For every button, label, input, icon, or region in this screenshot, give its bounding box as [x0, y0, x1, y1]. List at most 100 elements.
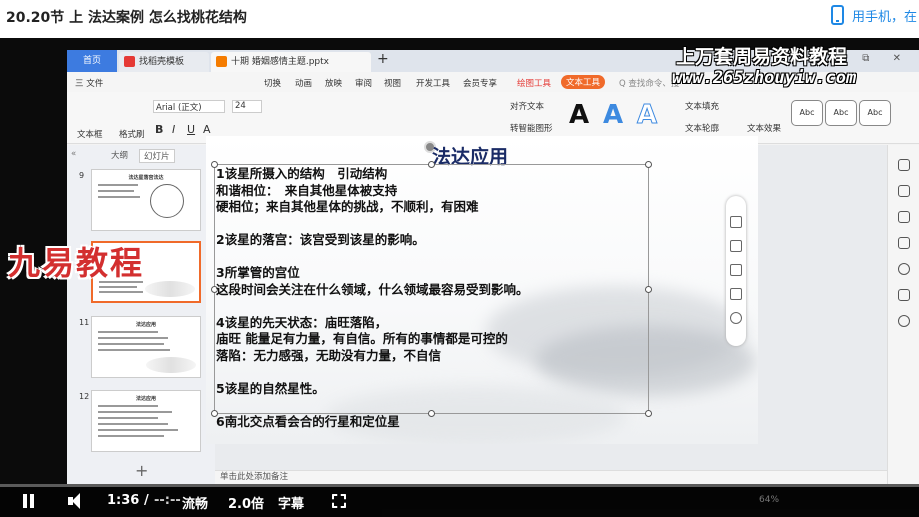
slide-line: 3所掌管的宫位 — [216, 265, 300, 280]
image-icon[interactable] — [898, 237, 910, 249]
slide-line: 6南北交点看会合的行星和定位星 — [216, 413, 400, 429]
outline-icon[interactable] — [730, 288, 742, 300]
layers-icon[interactable] — [730, 216, 742, 228]
tab-home[interactable]: 首页 — [67, 50, 117, 72]
format-brush-button[interactable]: 格式刷 — [119, 128, 145, 140]
phone-link-label: 用手机，在 — [851, 9, 917, 25]
slide-number: 12 — [79, 392, 90, 401]
menu-view[interactable]: 视图 — [384, 77, 401, 89]
slide-body-text[interactable]: 1该星所摄入的结构 引动结构 和谐相位： 来自其他星体被支持 硬相位；来自其他星体的… — [216, 166, 636, 430]
slide-line: 5该星的自然星性。 — [216, 380, 325, 396]
new-tab-button[interactable]: + — [377, 51, 389, 67]
template-icon — [124, 56, 135, 67]
idea-icon[interactable] — [730, 312, 742, 324]
slide-thumbnail[interactable]: 法达应用 — [91, 390, 201, 452]
text-outline-button[interactable]: 文本轮廓 — [685, 122, 719, 134]
text-style-black[interactable]: A — [569, 100, 589, 130]
slide-number: 9 — [79, 171, 85, 180]
resize-handle[interactable] — [645, 161, 652, 168]
tab-document-label: 十期 婚姻感情主题.pptx — [231, 57, 330, 67]
text-style-outline[interactable]: A — [636, 100, 657, 131]
menu-member[interactable]: 会员专享 — [463, 77, 497, 89]
video-player[interactable]: 首页 找稻壳模板 十期 婚姻感情主题.pptx + — ⧉ ✕ 三 文件 切换 … — [0, 38, 919, 517]
right-sidebar — [887, 145, 919, 484]
thumb-title: 法达星落宫法达 — [128, 175, 164, 181]
slide-canvas[interactable]: 法达应用 1该星所摄入的结构 引动结构 和谐相位： 来自其他星体被支持 硬相位；来自… — [206, 136, 758, 444]
slide-thumbnail[interactable]: 法达应用 — [91, 316, 201, 378]
underline-button[interactable]: U — [187, 123, 195, 136]
copy-icon[interactable] — [898, 211, 910, 223]
tab-document[interactable]: 十期 婚姻感情主题.pptx — [211, 52, 371, 72]
style-icon[interactable] — [898, 185, 910, 197]
location-icon[interactable] — [898, 263, 910, 275]
shapes-icon[interactable] — [898, 289, 910, 301]
italic-button[interactable]: I — [172, 123, 175, 136]
slide-line: 这段时间会关注在什么领域，什么领域最容易受到影响。 — [216, 281, 529, 297]
bold-button[interactable]: B — [155, 123, 163, 136]
shape-style-3[interactable]: Abc — [859, 100, 891, 126]
volume-icon[interactable] — [68, 493, 86, 509]
speed-button[interactable]: 2.0倍 — [228, 493, 264, 512]
tab-template[interactable]: 找稻壳模板 — [119, 52, 209, 72]
properties-icon[interactable] — [898, 159, 910, 171]
current-time: 1:36 — [107, 493, 140, 508]
font-color-button[interactable]: A — [203, 123, 211, 136]
pause-icon[interactable] — [22, 494, 36, 508]
menu-text-tools[interactable]: 文本工具 — [561, 75, 606, 89]
player-controls: 1:36 / --:-- 流畅 2.0倍 字幕 64% — [0, 484, 919, 517]
phone-link[interactable]: 用手机，在 — [830, 5, 917, 25]
text-fill-button[interactable]: 文本填充 — [685, 100, 719, 112]
text-style-blue[interactable]: A — [603, 100, 623, 130]
pen-icon[interactable] — [730, 240, 742, 252]
slide-number: 11 — [79, 318, 90, 327]
progress-bar[interactable] — [0, 484, 919, 487]
command-search[interactable]: Q 查找命令、搜 — [619, 77, 679, 89]
tab-outline[interactable]: 大纲 — [111, 149, 128, 161]
resize-handle[interactable] — [645, 410, 652, 417]
time-separator: / — [144, 493, 149, 508]
shape-style-2[interactable]: Abc — [825, 100, 857, 126]
video-title: 20.20节 上 法达案例 怎么找桃花结构 — [6, 10, 247, 26]
watermark-url: www.265zhouyiw.com — [672, 68, 857, 88]
help-icon[interactable] — [898, 315, 910, 327]
menu-slideshow[interactable]: 放映 — [325, 77, 342, 89]
font-select[interactable]: Arial (正文) — [153, 100, 225, 113]
menu-file[interactable]: 三 文件 — [75, 77, 103, 89]
menu-drawing-tools[interactable]: 绘图工具 — [517, 77, 551, 89]
notes-pane[interactable]: 单击此处添加备注 — [215, 470, 887, 484]
thumb-title: 法达应用 — [135, 322, 156, 328]
duration: --:-- — [154, 493, 181, 508]
quality-button[interactable]: 流畅 — [182, 493, 208, 512]
floating-toolbar — [726, 196, 746, 346]
slide-panel: « 大纲 幻灯片 9 法达星落宫法达 11 法达应用 12 法达应用 + — [67, 145, 215, 484]
font-size-select[interactable]: 24 — [232, 100, 262, 113]
add-slide-button[interactable]: + — [135, 461, 148, 480]
menu-animation[interactable]: 动画 — [295, 77, 312, 89]
zoom-level: 64% — [759, 495, 780, 505]
smartart-button[interactable]: 转智能图形 — [510, 122, 553, 134]
menu-transition[interactable]: 切换 — [264, 77, 281, 89]
resize-handle[interactable] — [645, 286, 652, 293]
text-effects-button[interactable]: 文本效果 — [747, 122, 781, 134]
pptx-icon — [216, 56, 227, 67]
subtitle-button[interactable]: 字幕 — [278, 493, 304, 512]
tab-slides[interactable]: 幻灯片 — [139, 149, 175, 163]
textbox-button[interactable]: 文本框 — [77, 128, 103, 140]
slide-thumbnail[interactable]: 法达星落宫法达 — [91, 169, 201, 231]
menu-review[interactable]: 审阅 — [355, 77, 372, 89]
slide-line: 4该星的先天状态：庙旺落陷， — [216, 314, 388, 330]
fill-icon[interactable] — [730, 264, 742, 276]
align-text-button[interactable]: 对齐文本 — [510, 100, 544, 112]
page-header: 20.20节 上 法达案例 怎么找桃花结构 用手机，在 — [0, 0, 919, 38]
slide-line: 2该星的落宫：该宫受到该星的影响。 — [216, 232, 425, 247]
watermark-logo: 九易教程 — [8, 244, 145, 282]
watermark-top: 上万套周易资料教程 — [676, 46, 848, 68]
shape-style-1[interactable]: Abc — [791, 100, 823, 126]
menu-developer[interactable]: 开发工具 — [416, 77, 450, 89]
slide-line: 和谐相位： 来自其他星体被支持 — [216, 182, 398, 198]
collapse-icon[interactable]: « — [71, 149, 76, 159]
fullscreen-icon[interactable] — [332, 494, 346, 508]
